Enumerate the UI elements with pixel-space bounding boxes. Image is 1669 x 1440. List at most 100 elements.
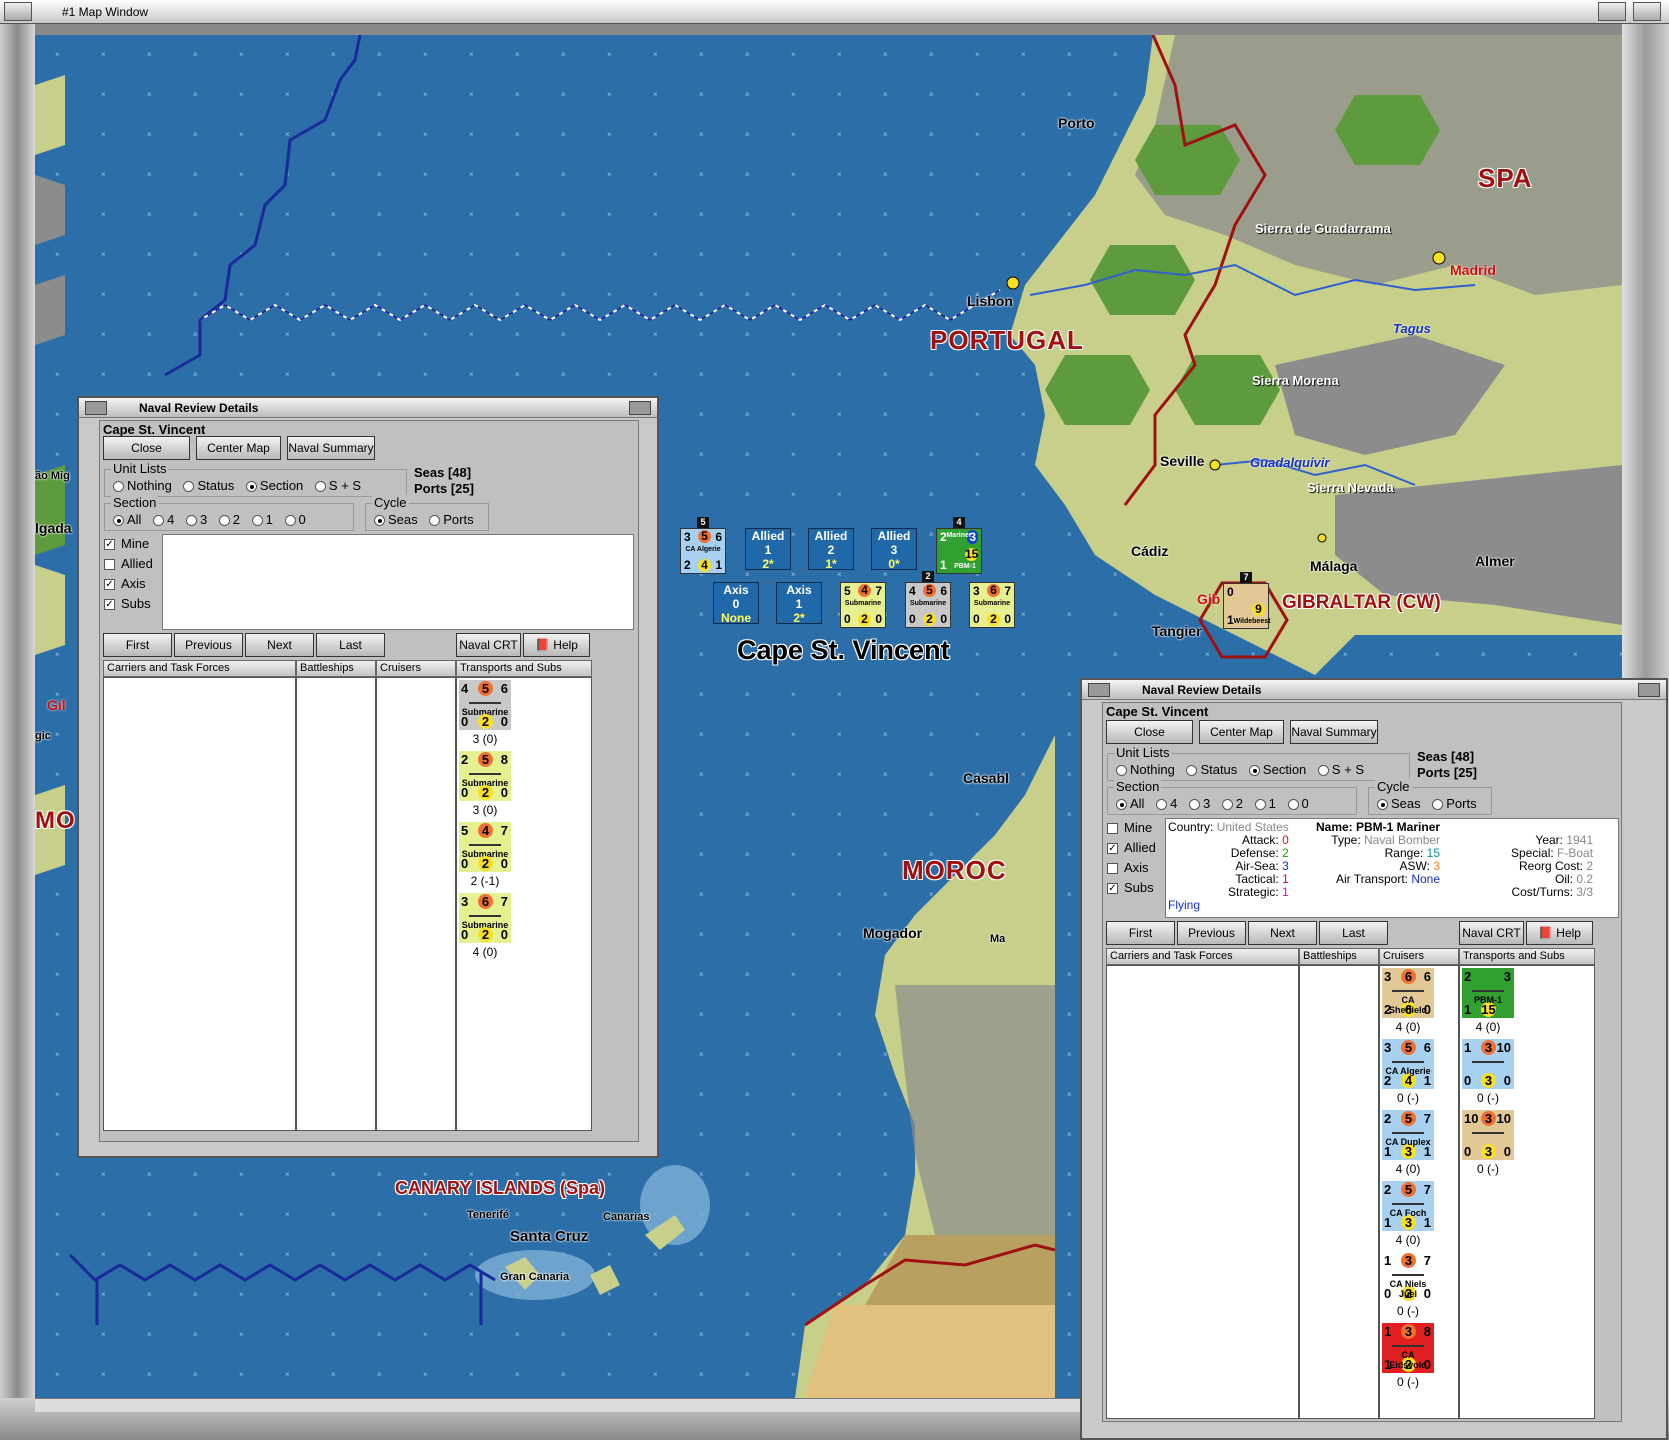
sub-unit-counter[interactable]: 2 5 8 Submarine 0 2 0 — [459, 751, 511, 801]
submarine-counter[interactable]: 2 456 Submarine 020 — [905, 571, 951, 628]
naval-summary-button[interactable]: Naval Summary — [1290, 720, 1378, 744]
radio-ports[interactable] — [1432, 799, 1444, 811]
radio-status[interactable] — [183, 481, 195, 493]
col-header-transports[interactable]: Transports and Subs — [456, 660, 592, 677]
sub-unit-counter[interactable]: 3 6 7 Submarine 0 2 0 — [459, 893, 511, 943]
check-allied[interactable]: ✓ Allied — [1107, 838, 1156, 858]
transports-list[interactable]: 4 5 6 Submarine 0 2 0 3 (0) 2 5 8 Submarine 0 2 0 3 … — [456, 677, 592, 1131]
col-header-cruisers[interactable]: Cruisers — [376, 660, 456, 677]
radio-2[interactable] — [218, 515, 230, 527]
radio-4[interactable] — [153, 515, 165, 527]
submarine-counter[interactable]: 547 Submarine 020 — [840, 582, 886, 628]
radio-1[interactable] — [1254, 799, 1266, 811]
col-header-carriers[interactable]: Carriers and Task Forces — [1106, 948, 1299, 965]
cruiser-counter[interactable]: 5 356 CA Algerie 241 — [680, 517, 726, 574]
dialog-close-icon[interactable] — [629, 401, 651, 415]
check-subs[interactable]: ✓ Subs — [1107, 878, 1156, 898]
center-map-button[interactable]: Center Map — [196, 436, 281, 460]
radio-1[interactable] — [251, 515, 263, 527]
sub-unit-counter[interactable]: 5 4 7 Submarine 0 2 0 — [459, 822, 511, 872]
check-axis[interactable]: Axis — [1107, 858, 1156, 878]
radio-nothing[interactable] — [113, 481, 124, 493]
help-button[interactable]: 📕 Help — [1526, 921, 1593, 945]
naval-summary-button[interactable]: Naval Summary — [287, 436, 375, 460]
previous-button[interactable]: Previous — [174, 633, 243, 657]
last-button[interactable]: Last — [316, 633, 385, 657]
check-axis[interactable]: ✓ Axis — [104, 574, 153, 594]
battleships-list[interactable] — [1299, 965, 1379, 1419]
unit-counter[interactable]: 3 6 6 2 6 0 CA Sheffield — [1382, 968, 1434, 1018]
last-button[interactable]: Last — [1319, 921, 1388, 945]
axis-summary-box[interactable]: Axis 0 None — [713, 582, 759, 625]
submarine-counter[interactable]: 367 Submarine 020 — [969, 582, 1015, 628]
naval-crt-button[interactable]: Naval CRT — [456, 633, 521, 657]
radio-status[interactable] — [1186, 765, 1198, 777]
allied-summary-box[interactable]: Allied 2 1* — [808, 528, 854, 571]
radio-ports[interactable] — [429, 515, 441, 527]
radio-nothing[interactable] — [1116, 765, 1127, 777]
naval-crt-button[interactable]: Naval CRT — [1459, 921, 1524, 945]
unit-counter[interactable]: 2 3 1 15 PBM-1 — [1462, 968, 1514, 1018]
radio-s-s[interactable] — [314, 481, 326, 493]
unit-counter[interactable]: 1 3 8 1 2 0 CA Eidsvold — [1382, 1323, 1434, 1373]
radio-4[interactable] — [1156, 799, 1168, 811]
radio-seas[interactable] — [1377, 799, 1388, 811]
cruisers-list[interactable] — [376, 677, 456, 1131]
col-header-carriers[interactable]: Carriers and Task Forces — [103, 660, 296, 677]
check-subs[interactable]: ✓ Subs — [104, 594, 153, 614]
axis-summary-box[interactable]: Axis 1 2* — [776, 582, 822, 625]
unit-counter[interactable]: 1 3 10 0 3 0 — [1462, 1039, 1514, 1089]
unit-counter[interactable]: 3 5 6 2 4 1 CA Algerie — [1382, 1039, 1434, 1089]
unit-counter[interactable]: 10 3 10 0 3 0 — [1462, 1110, 1514, 1160]
dialog-minimize-button[interactable] — [1088, 683, 1110, 697]
radio-all[interactable] — [1116, 799, 1127, 811]
check-mine[interactable]: Mine — [1107, 818, 1156, 838]
gibraltar-unit-counter[interactable]: 7 0 9 1 Wildebeest — [1223, 572, 1270, 629]
col-header-battleships[interactable]: Battleships — [1299, 948, 1379, 965]
dialog-minimize-button[interactable] — [85, 401, 107, 415]
first-button[interactable]: First — [103, 633, 172, 657]
col-header-battleships[interactable]: Battleships — [296, 660, 376, 677]
allied-summary-box[interactable]: Allied 3 0* — [871, 528, 917, 571]
allied-summary-box[interactable]: Allied 1 2* — [745, 528, 791, 571]
radio-section[interactable] — [245, 481, 257, 493]
unit-counter[interactable]: 2 5 7 1 3 1 CA Duplex — [1382, 1110, 1434, 1160]
radio-seas[interactable] — [374, 515, 385, 527]
air-unit-counter[interactable]: 4 23 Mariner 15 1 PBM-1 — [936, 517, 982, 574]
radio-section[interactable] — [1248, 765, 1260, 777]
radio-2[interactable] — [1221, 799, 1233, 811]
check-allied[interactable]: Allied — [104, 554, 153, 574]
check-label: Axis — [121, 576, 146, 591]
sub-unit-counter[interactable]: 4 5 6 Submarine 0 2 0 — [459, 680, 511, 730]
carriers-list[interactable] — [1106, 965, 1299, 1419]
radio-s-s[interactable] — [1317, 765, 1329, 777]
col-header-cruisers[interactable]: Cruisers — [1379, 948, 1459, 965]
next-button[interactable]: Next — [245, 633, 314, 657]
close-button[interactable]: Close — [103, 436, 190, 460]
radio-0[interactable] — [1287, 799, 1299, 811]
carriers-list[interactable] — [103, 677, 296, 1131]
radio-0[interactable] — [284, 515, 296, 527]
counter-value: 10 — [1464, 1111, 1479, 1126]
check-mine[interactable]: ✓ Mine — [104, 534, 153, 554]
center-map-button[interactable]: Center Map — [1199, 720, 1284, 744]
help-button[interactable]: 📕 Help — [523, 633, 590, 657]
unit-counter[interactable]: 2 5 7 1 3 1 CA Foch — [1382, 1181, 1434, 1231]
radio-3[interactable] — [185, 515, 197, 527]
radio-3[interactable] — [1188, 799, 1200, 811]
first-button[interactable]: First — [1106, 921, 1175, 945]
dialog-close-icon[interactable] — [1638, 683, 1660, 697]
unit-counter[interactable]: 1 3 7 0 2 0 CA Niels Juel — [1382, 1252, 1434, 1302]
counter-value: 0 — [500, 927, 508, 942]
system-menu-button[interactable] — [4, 2, 32, 21]
radio-all[interactable] — [113, 515, 124, 527]
transports-list[interactable]: 2 3 1 15 PBM-1 4 (0) 1 3 10 0 3 0 0 (-) 10 3 10 0 3 0 0 (-) — [1459, 965, 1595, 1419]
next-button[interactable]: Next — [1248, 921, 1317, 945]
col-header-transports[interactable]: Transports and Subs — [1459, 948, 1595, 965]
previous-button[interactable]: Previous — [1177, 921, 1246, 945]
minimize-button[interactable] — [1598, 2, 1626, 21]
battleships-list[interactable] — [296, 677, 376, 1131]
close-button[interactable]: Close — [1106, 720, 1193, 744]
cruisers-list[interactable]: 3 6 6 2 6 0 CA Sheffield 4 (0) 3 5 6 2 4 1 CA Algerie 0… — [1379, 965, 1459, 1419]
close-window-button[interactable] — [1633, 2, 1661, 21]
